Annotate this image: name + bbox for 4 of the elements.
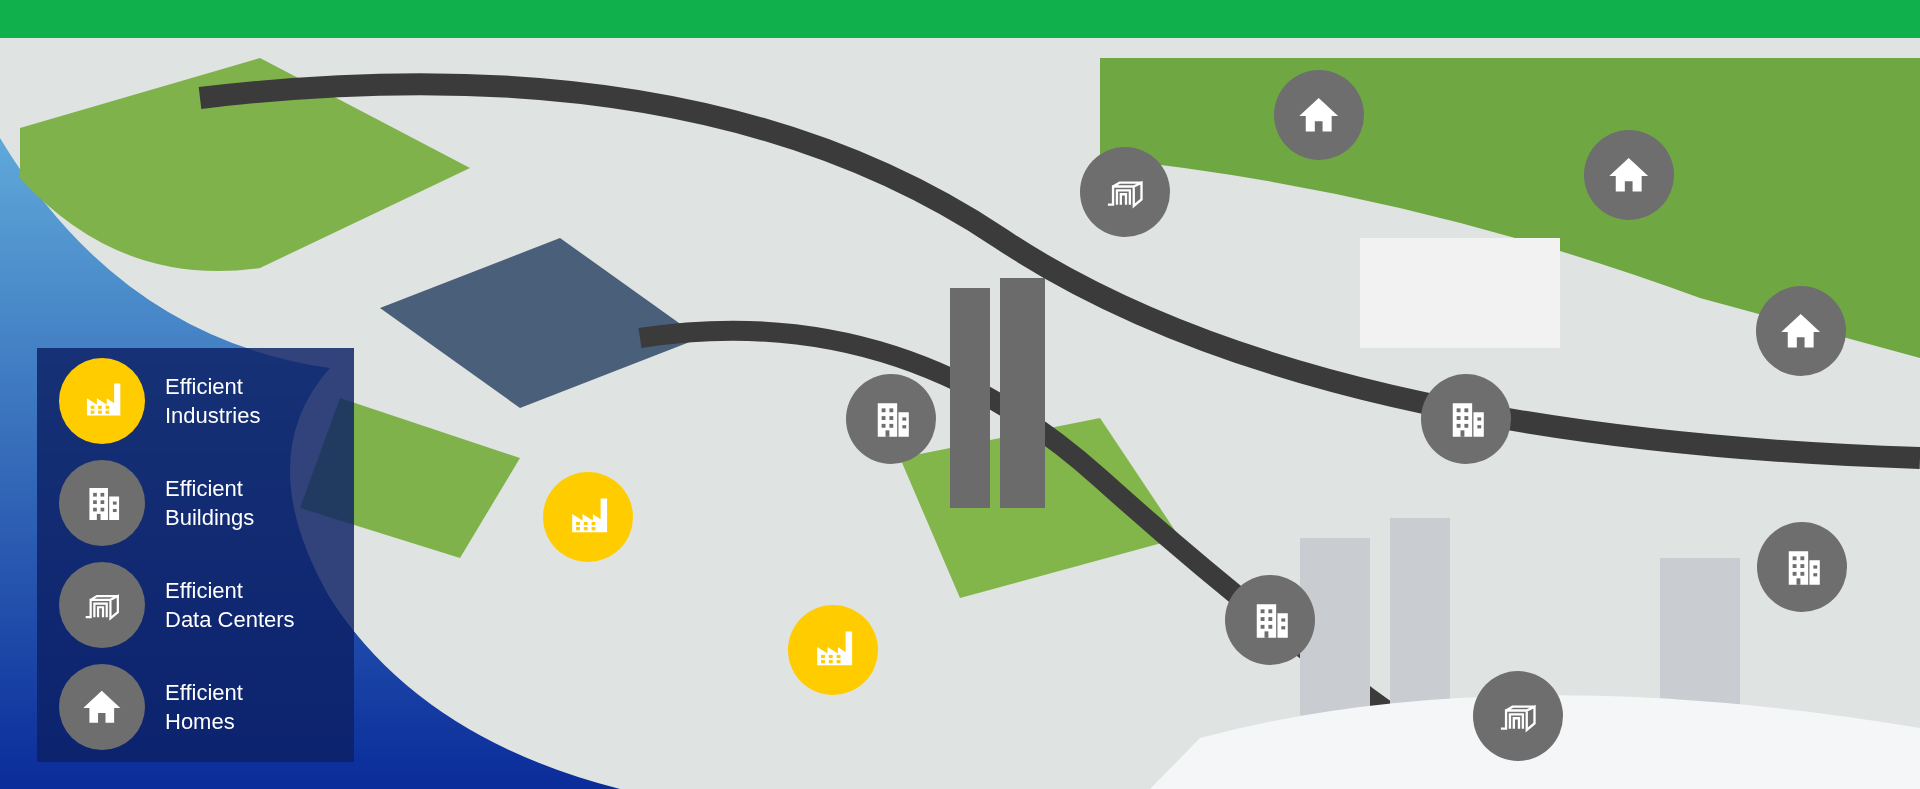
legend-label: Efficient Buildings <box>165 475 255 532</box>
legend-label: Efficient Homes <box>165 679 243 736</box>
legend-label: Efficient Data Centers <box>165 577 295 634</box>
legend-label: Efficient Industries <box>165 373 261 430</box>
